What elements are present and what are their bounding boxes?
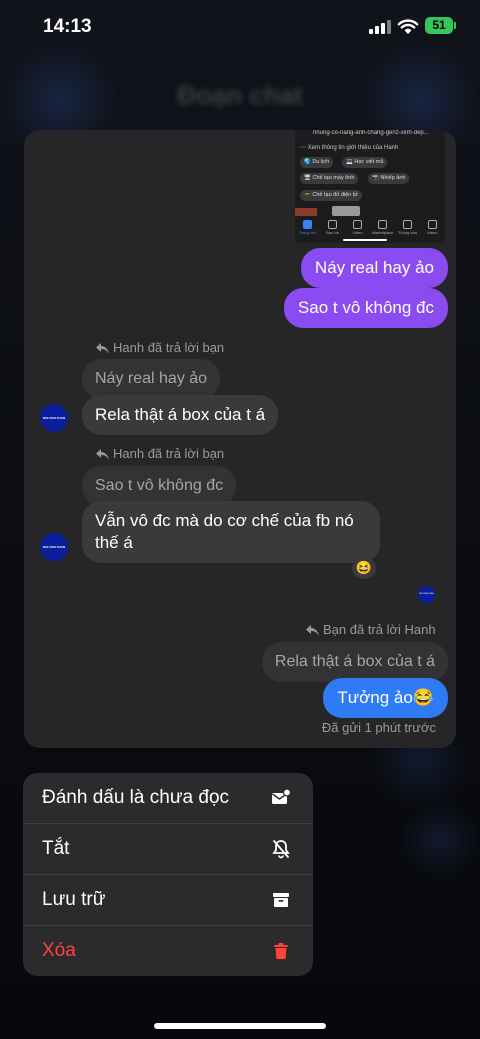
- shot-nav-item: Bạn bè: [320, 218, 345, 235]
- wifi-icon: [397, 19, 419, 34]
- reaction-badge[interactable]: 😆: [352, 557, 376, 579]
- menu-item-mark-unread[interactable]: Đánh dấu là chưa đọc: [23, 773, 313, 824]
- reply-header: Hanh đã trả lời bạn: [96, 340, 224, 355]
- reply-header: Bạn đã trả lời Hanh: [306, 622, 436, 637]
- conversation-preview[interactable]: nhung-co-nang-anh-chang-genz-xinh-dep...…: [24, 130, 456, 748]
- shot-chip: 📟 Chế tạo đồ điện tử: [300, 190, 362, 201]
- shot-nav-item: Marketplace: [370, 218, 395, 235]
- menu-item-label: Lưu trữ: [42, 889, 106, 910]
- menu-item-delete[interactable]: Xóa: [23, 926, 313, 976]
- avatar[interactable]: NGUYEN XUAN HANH: [40, 533, 68, 561]
- home-indicator[interactable]: [154, 1023, 326, 1029]
- status-bar: 14:13 51: [0, 0, 480, 54]
- shot-url: nhung-co-nang-anh-chang-genz-xinh-dep...: [313, 130, 429, 136]
- seen-avatar: NGUYEN XUAN HANH: [418, 586, 435, 603]
- shot-nav-item: Trang chủ: [295, 218, 320, 235]
- signal-icon: [369, 19, 391, 34]
- shot-thumbnail: [332, 206, 360, 216]
- trash-icon: [274, 943, 288, 959]
- sent-message[interactable]: Náy real hay ảo: [300, 248, 448, 288]
- shot-thumbnail: [295, 208, 317, 216]
- quoted-message[interactable]: Sao t vô không đc: [82, 466, 237, 506]
- reply-arrow-icon: [306, 625, 319, 636]
- menu-item-archive[interactable]: Lưu trữ: [23, 875, 313, 926]
- reply-header: Hanh đã trả lời bạn: [96, 446, 224, 461]
- quoted-message[interactable]: Rela thật á box của t á: [261, 642, 448, 682]
- shot-info: ⋯ Xem thông tin giới thiệu của Hanh: [300, 145, 399, 151]
- battery-icon: 51: [425, 17, 453, 34]
- menu-item-label: Xóa: [42, 940, 76, 961]
- shot-chip: 🖥 Chế tạo máy tính: [300, 173, 359, 184]
- avatar[interactable]: NGUYEN XUAN HANH: [40, 404, 68, 432]
- menu-item-mute[interactable]: Tắt: [23, 824, 313, 875]
- status-time: 14:13: [43, 16, 92, 37]
- shared-screenshot[interactable]: nhung-co-nang-anh-chang-genz-xinh-dep...…: [295, 130, 445, 243]
- reply-arrow-icon: [96, 449, 109, 460]
- shot-nav-item: Thông báo: [395, 218, 420, 235]
- shot-chip: 🌏 Du lịch: [300, 157, 334, 168]
- quoted-message[interactable]: Náy real hay ảo: [82, 359, 221, 399]
- sent-message[interactable]: Tưởng ảo😂: [323, 678, 448, 718]
- archive-icon: [273, 893, 289, 907]
- shot-chip: 📸 Nhiếp ảnh: [368, 173, 410, 184]
- menu-item-label: Tắt: [42, 838, 70, 859]
- background-title: Đoạn chat: [177, 80, 303, 110]
- sent-status: Đã gửi 1 phút trước: [321, 720, 436, 735]
- shot-nav-item: Video: [345, 218, 370, 235]
- shot-nav-bar: Trang chủ Bạn bè Video Marketplace Thông…: [295, 218, 445, 238]
- sent-message[interactable]: Sao t vô không đc: [283, 288, 448, 328]
- shot-chip: 💻 Học viết mã: [342, 157, 388, 168]
- context-menu: Đánh dấu là chưa đọc Tắt Lưu trữ Xóa: [23, 773, 313, 976]
- bell-slash-icon: [272, 840, 290, 859]
- mark-unread-icon: [272, 788, 291, 804]
- received-message[interactable]: Rela thật á box của t á: [82, 395, 279, 435]
- menu-item-label: Đánh dấu là chưa đọc: [42, 787, 230, 808]
- shot-home-indicator: [343, 239, 387, 241]
- battery-tip: [454, 22, 456, 29]
- reply-arrow-icon: [96, 343, 109, 354]
- shot-nav-item: Menu: [420, 218, 445, 235]
- received-message[interactable]: Vẫn vô đc mà do cơ chế của fb nó thế á: [82, 501, 380, 563]
